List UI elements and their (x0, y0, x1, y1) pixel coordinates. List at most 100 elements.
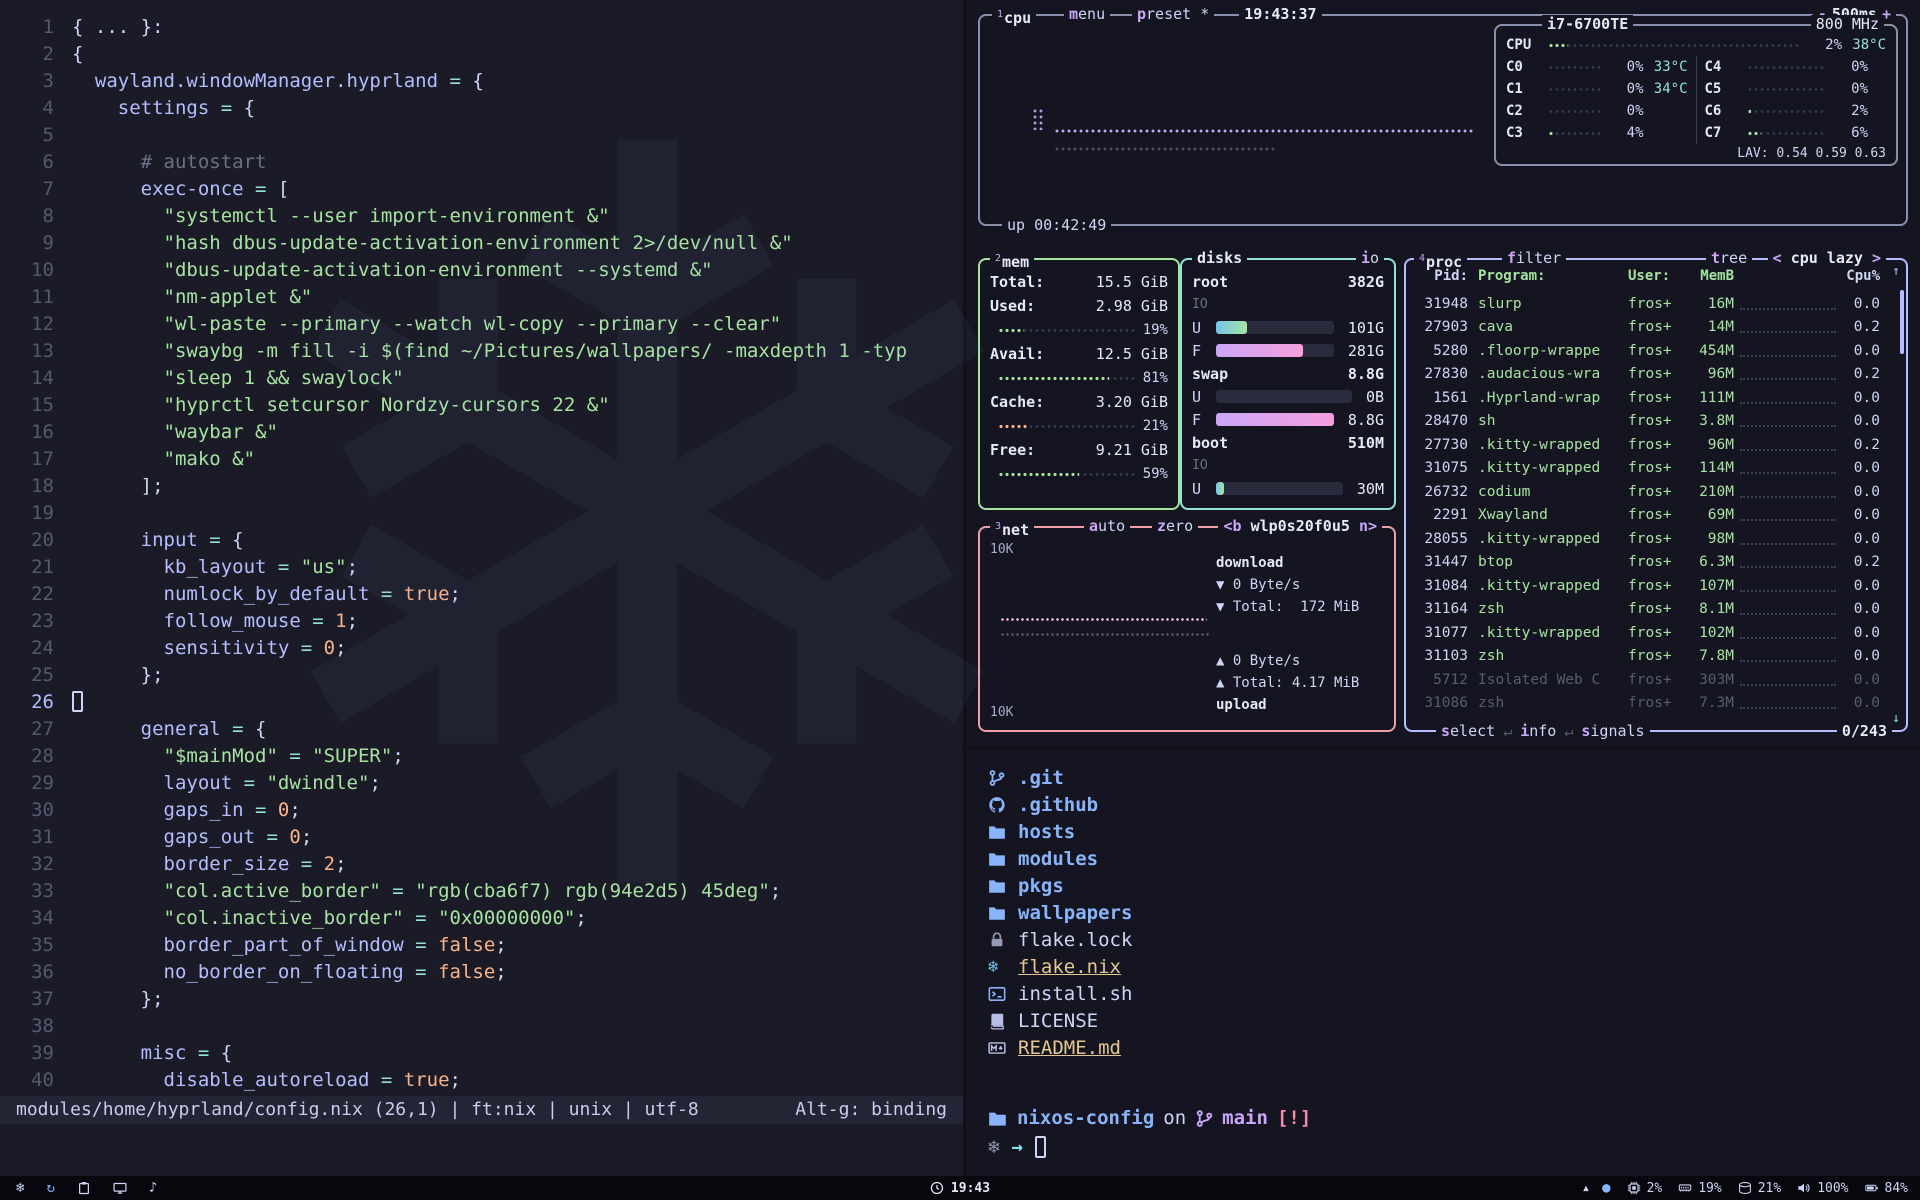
editor-line[interactable]: 32 border_size = 2; (6, 851, 963, 878)
memory-usage-module[interactable]: 19% (1678, 1181, 1721, 1196)
proc-col-memb[interactable]: MemB (1684, 268, 1734, 290)
proc-col-cpu[interactable]: Cpu% (1842, 268, 1880, 290)
editor-line[interactable]: 3 wayland.windowManager.hyprland = { (6, 68, 963, 95)
proc-col-program[interactable]: Program: (1478, 268, 1628, 290)
clipboard-module[interactable] (77, 1181, 91, 1195)
process-row[interactable]: 31084.kitty-wrappedfros+107M0.0 (1416, 574, 1880, 598)
nix-logo-module[interactable]: ❄ (16, 1181, 24, 1195)
editor-line[interactable]: 23 follow_mouse = 1; (6, 608, 963, 635)
net-zero-button[interactable]: zero (1152, 517, 1198, 536)
editor-line[interactable]: 8 "systemctl --user import-environment &… (6, 203, 963, 230)
sort-prev-button[interactable]: < (1773, 249, 1782, 268)
clock-module[interactable]: 19:43 (930, 1181, 990, 1196)
folder-icon (988, 904, 1018, 922)
process-row[interactable]: 5712Isolated Web Cfros+303M0.0 (1416, 668, 1880, 692)
editor-line[interactable]: 19 (6, 500, 963, 527)
editor-line[interactable]: 31 gaps_out = 0; (6, 824, 963, 851)
scroll-up-indicator[interactable]: ↑ (1892, 264, 1900, 279)
cpu-usage-module[interactable]: 2% (1627, 1181, 1663, 1196)
editor-line[interactable]: 25 }; (6, 662, 963, 689)
editor-line[interactable]: 2{ (6, 41, 963, 68)
editor-line[interactable]: 35 border_part_of_window = false; (6, 932, 963, 959)
terminal-window[interactable]: .git.githubhostsmodulespkgswallpapersfla… (966, 750, 1920, 1176)
editor-line[interactable]: 39 misc = { (6, 1040, 963, 1067)
editor-line[interactable]: 30 gaps_in = 0; (6, 797, 963, 824)
proc-info-button[interactable]: info (1520, 722, 1556, 741)
scroll-down-indicator[interactable]: ↓ (1892, 711, 1900, 726)
proc-tree-button[interactable]: tree (1706, 249, 1752, 268)
editor-line[interactable]: 33 "col.active_border" = "rgb(cba6f7) rg… (6, 878, 963, 905)
process-row[interactable]: 31948slurpfros+16M0.0 (1416, 292, 1880, 316)
editor-line[interactable]: 10 "dbus-update-activation-environment -… (6, 257, 963, 284)
process-row[interactable]: 5280.floorp-wrappefros+454M0.0 (1416, 339, 1880, 363)
proc-col-user[interactable]: User: (1628, 268, 1684, 290)
proc-col-pid[interactable]: Pid: (1416, 268, 1468, 290)
disks-io-button[interactable]: io (1356, 249, 1384, 268)
editor-line[interactable]: 22 numlock_by_default = true; (6, 581, 963, 608)
editor-line[interactable]: 16 "waybar &" (6, 419, 963, 446)
process-row[interactable]: 1561.Hyprland-wrapfros+111M0.0 (1416, 386, 1880, 410)
tray-expand[interactable]: ▴ (1582, 1181, 1590, 1195)
editor-line[interactable]: 7 exec-once = [ (6, 176, 963, 203)
net-auto-button[interactable]: auto (1084, 517, 1130, 536)
editor-line[interactable]: 27 general = { (6, 716, 963, 743)
display-module[interactable] (113, 1181, 127, 1195)
editor-line[interactable]: 21 kb_layout = "us"; (6, 554, 963, 581)
btop-menu-button[interactable]: menu (1064, 5, 1110, 24)
battery-module[interactable]: 84% (1865, 1181, 1908, 1196)
editor-line[interactable]: 26 (6, 689, 963, 716)
btop-preset-button[interactable]: preset * (1132, 5, 1214, 24)
editor-line[interactable]: 6 # autostart (6, 149, 963, 176)
editor-line[interactable]: 17 "mako &" (6, 446, 963, 473)
process-row[interactable]: 28055.kitty-wrappedfros+98M0.0 (1416, 527, 1880, 551)
process-row[interactable]: 31077.kitty-wrappedfros+102M0.0 (1416, 621, 1880, 645)
process-row[interactable]: 31075.kitty-wrappedfros+114M0.0 (1416, 457, 1880, 481)
proc-filter-button[interactable]: filter (1502, 249, 1566, 268)
disk-usage-module[interactable]: 21% (1738, 1181, 1781, 1196)
editor-line[interactable]: 34 "col.inactive_border" = "0x00000000"; (6, 905, 963, 932)
updates-module[interactable]: ↻ (46, 1181, 54, 1195)
disk-row: boot510M (1192, 431, 1384, 454)
process-row[interactable]: 26732codiumfros+210M0.0 (1416, 480, 1880, 504)
editor-line[interactable]: 1{ ... }: (6, 14, 963, 41)
media-module[interactable]: ♪ (149, 1181, 157, 1195)
editor-line[interactable]: 9 "hash dbus-update-activation-environme… (6, 230, 963, 257)
editor-line[interactable]: 13 "swaybg -m fill -i $(find ~/Pictures/… (6, 338, 963, 365)
editor-line[interactable]: 5 (6, 122, 963, 149)
editor-line[interactable]: 14 "sleep 1 && swaylock" (6, 365, 963, 392)
editor-window[interactable]: 1{ ... }:2{3 wayland.windowManager.hyprl… (0, 0, 966, 1176)
sort-next-button[interactable]: > (1872, 249, 1881, 268)
process-row[interactable]: 31447btopfros+6.3M0.2 (1416, 551, 1880, 575)
editor-line[interactable]: 11 "nm-applet &" (6, 284, 963, 311)
process-row[interactable]: 27903cavafros+14M0.2 (1416, 316, 1880, 340)
file-name: .github (1018, 794, 1098, 816)
editor-line[interactable]: 38 (6, 1013, 963, 1040)
editor-line[interactable]: 40 disable_autoreload = true; (6, 1067, 963, 1094)
proc-select-button[interactable]: select (1441, 722, 1495, 741)
editor-line[interactable]: 20 input = { (6, 527, 963, 554)
process-row[interactable]: 28470shfros+3.8M0.0 (1416, 410, 1880, 434)
process-row[interactable]: 31103zshfros+7.8M0.0 (1416, 645, 1880, 669)
process-row[interactable]: 27830.audacious-wrafros+96M0.2 (1416, 363, 1880, 387)
proc-scrollbar[interactable] (1900, 290, 1904, 354)
volume-module[interactable]: 100% (1797, 1181, 1848, 1196)
editor-line[interactable]: 15 "hyprctl setcursor Nordzy-cursors 22 … (6, 392, 963, 419)
process-row[interactable]: 27730.kitty-wrappedfros+96M0.2 (1416, 433, 1880, 457)
process-row[interactable]: 31086zshfros+7.3M0.0 (1416, 692, 1880, 716)
editor-line[interactable]: 24 sensitivity = 0; (6, 635, 963, 662)
editor-line[interactable]: 29 layout = "dwindle"; (6, 770, 963, 797)
editor-line[interactable]: 37 }; (6, 986, 963, 1013)
editor-line[interactable]: 4 settings = { (6, 95, 963, 122)
editor-line[interactable]: 18 ]; (6, 473, 963, 500)
process-row[interactable]: 31164zshfros+8.1M0.0 (1416, 598, 1880, 622)
editor-line[interactable]: 12 "wl-paste --primary --watch wl-copy -… (6, 311, 963, 338)
file-entry: flake.lock (988, 926, 1132, 953)
iface-prev-button[interactable]: <b (1223, 517, 1241, 536)
editor-line[interactable]: 36 no_border_on_floating = false; (6, 959, 963, 986)
editor-line[interactable]: 28 "$mainMod" = "SUPER"; (6, 743, 963, 770)
tray-app[interactable]: ● (1602, 1181, 1610, 1195)
iface-next-button[interactable]: n> (1359, 517, 1377, 536)
proc-signals-button[interactable]: signals (1581, 722, 1644, 741)
battery-icon (1865, 1181, 1879, 1195)
process-row[interactable]: 2291Xwaylandfros+69M0.0 (1416, 504, 1880, 528)
